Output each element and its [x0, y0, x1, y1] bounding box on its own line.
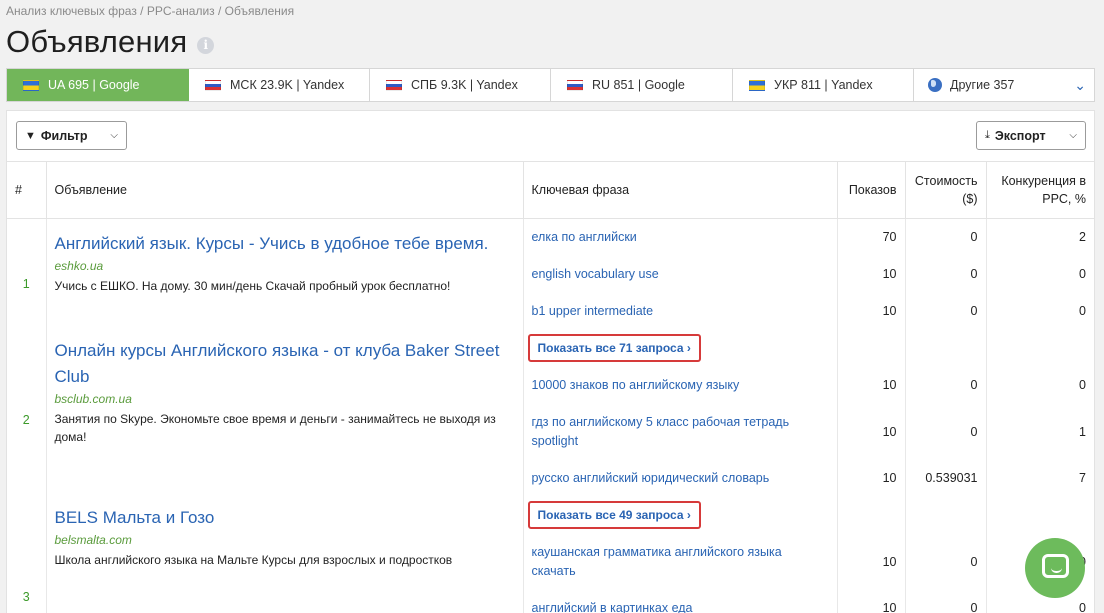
chevron-down-icon[interactable]: ⌄	[1074, 77, 1086, 94]
ad-text: Занятия по Skype. Экономьте свое время и…	[54, 411, 496, 444]
cost-value: 0	[905, 589, 987, 613]
ad-cell: BELS Мальта и Гозо belsmalta.com Школа а…	[46, 496, 524, 613]
tab-spb-yandex[interactable]: СПБ 9.3K | Yandex	[370, 69, 551, 101]
column-header-ad[interactable]: Объявление	[46, 161, 524, 219]
chat-icon	[1042, 554, 1069, 578]
tab-label: МСК 23.9K | Yandex	[230, 78, 345, 92]
column-header-shows[interactable]: Показов	[837, 161, 906, 219]
ad-title-link[interactable]: Английский язык. Курсы - Учись в удобное…	[55, 231, 515, 257]
shows-value: 10	[837, 366, 906, 404]
competition-value: 0	[1079, 267, 1086, 281]
page-title: Объявления	[6, 24, 188, 59]
show-all-cell: Показать все 71 запроса ›	[523, 329, 838, 367]
show-all-queries-button[interactable]: Показать все 49 запроса ›	[527, 501, 701, 529]
keyword-link[interactable]: каушанская грамматика английского языка …	[523, 533, 838, 590]
tab-other[interactable]: Другие 357 ⌄	[914, 69, 1094, 101]
shows-value: 10	[837, 255, 906, 293]
shows-value: 70	[837, 218, 906, 256]
cost-value: 0	[905, 366, 987, 404]
ad-url: eshko.ua	[54, 259, 104, 273]
ukraine-flag-icon	[749, 79, 765, 91]
tab-label: RU 851 | Google	[592, 78, 685, 92]
keyword-link[interactable]: b1 upper intermediate	[523, 292, 838, 330]
cost-value: 0	[905, 218, 987, 256]
column-header-cost[interactable]: Стоимость ($)	[905, 161, 987, 219]
shows-value: 10	[837, 533, 906, 590]
export-label: Экспорт	[994, 128, 1046, 143]
tab-ru-google[interactable]: RU 851 | Google	[551, 69, 733, 101]
funnel-icon: ▼	[25, 129, 36, 142]
ad-cell: Английский язык. Курсы - Учись в удобное…	[46, 218, 524, 330]
tab-label: СПБ 9.3K | Yandex	[411, 78, 518, 92]
shows-value: 10	[837, 292, 906, 330]
ad-url: bsclub.com.ua	[54, 391, 132, 406]
tab-label: УКР 811 | Yandex	[774, 78, 873, 92]
column-header-competition[interactable]: Конкуренция в PPC, %	[986, 161, 1094, 219]
russia-flag-icon	[205, 79, 221, 91]
info-icon[interactable]: i	[197, 36, 215, 54]
tab-label: UA 695 | Google	[48, 78, 140, 92]
ad-title-link[interactable]: Онлайн курсы Английского языка - от клуб…	[55, 338, 515, 390]
show-all-queries-button[interactable]: Показать все 71 запроса ›	[527, 334, 701, 362]
russia-flag-icon	[386, 79, 402, 91]
tab-ukr-yandex[interactable]: УКР 811 | Yandex	[733, 69, 914, 101]
tab-ua-google[interactable]: UA 695 | Google	[7, 69, 189, 101]
tab-label: Другие 357	[950, 78, 1015, 92]
keyword-link[interactable]: english vocabulary use	[523, 255, 838, 293]
chevron-down-icon: ⌵	[1069, 130, 1077, 141]
filter-label: Фильтр	[40, 128, 88, 143]
column-header-keyword[interactable]: Ключевая фраза	[523, 161, 838, 219]
ad-url: belsmalta.com	[54, 532, 132, 547]
export-button[interactable]: ⤓ Экспорт ⌵	[976, 121, 1086, 150]
ad-text: Учись с ЕШКО. На дому. 30 мин/день Скача…	[54, 279, 451, 293]
ad-text: Школа английского языка на Мальте Курсы …	[54, 552, 453, 567]
breadcrumb[interactable]: Анализ ключевых фраз / PPC-анализ / Объя…	[6, 4, 294, 18]
chevron-down-icon: ⌵	[110, 130, 118, 141]
shows-value: 10	[837, 403, 906, 460]
row-index: 2	[7, 329, 47, 497]
row-index: 3	[7, 496, 47, 613]
cost-value: 0.539031	[905, 459, 987, 497]
cost-value: 0	[905, 255, 987, 293]
russia-flag-icon	[567, 79, 583, 91]
database-tabs: UA 695 | Google МСК 23.9K | Yandex СПБ 9…	[6, 68, 1095, 102]
keyword-link[interactable]: английский в картинках еда	[523, 589, 838, 613]
shows-value: 10	[837, 459, 906, 497]
competition-value: 1	[1079, 424, 1086, 439]
globe-icon	[928, 78, 942, 92]
ad-title-link[interactable]: BELS Мальта и Гозо	[55, 505, 515, 531]
row-index: 1	[7, 218, 47, 330]
ads-table: # Объявление Ключевая фраза Показов Стои…	[7, 161, 1094, 613]
shows-value: 10	[837, 589, 906, 613]
show-all-cell: Показать все 49 запроса ›	[523, 496, 838, 534]
cost-value: 0	[905, 533, 987, 590]
table-row: 1 Английский язык. Курсы - Учись в удобн…	[7, 218, 1094, 330]
tab-msk-yandex[interactable]: МСК 23.9K | Yandex	[189, 69, 370, 101]
keyword-link[interactable]: елка по английски	[523, 218, 838, 256]
ad-cell: Онлайн курсы Английского языка - от клуб…	[46, 329, 524, 497]
table-header-row: # Объявление Ключевая фраза Показов Стои…	[7, 161, 1094, 219]
ads-panel: ▼ Фильтр ⌵ ⤓ Экспорт ⌵ # Объявление Ключ…	[6, 110, 1095, 613]
ukraine-flag-icon	[23, 79, 39, 91]
table-row: 3 BELS Мальта и Гозо belsmalta.com Школа…	[7, 496, 1094, 613]
keyword-link[interactable]: гдз по английскому 5 класс рабочая тетра…	[523, 403, 838, 460]
cost-value: 0	[905, 292, 987, 330]
cost-value: 0	[905, 403, 987, 460]
competition-value: 0	[1079, 378, 1086, 392]
keyword-link[interactable]: русско английский юридический словарь	[523, 459, 838, 497]
column-header-index[interactable]: #	[7, 161, 47, 219]
table-row: 2 Онлайн курсы Английского языка - от кл…	[7, 329, 1094, 497]
chat-launcher-button[interactable]	[1025, 538, 1085, 598]
competition-value: 0	[1079, 304, 1086, 318]
filter-button[interactable]: ▼ Фильтр ⌵	[16, 121, 127, 150]
keyword-link[interactable]: 10000 знаков по английскому языку	[523, 366, 838, 404]
competition-value: 2	[1079, 230, 1086, 245]
download-icon: ⤓	[985, 129, 990, 141]
competition-value: 7	[1079, 471, 1086, 485]
